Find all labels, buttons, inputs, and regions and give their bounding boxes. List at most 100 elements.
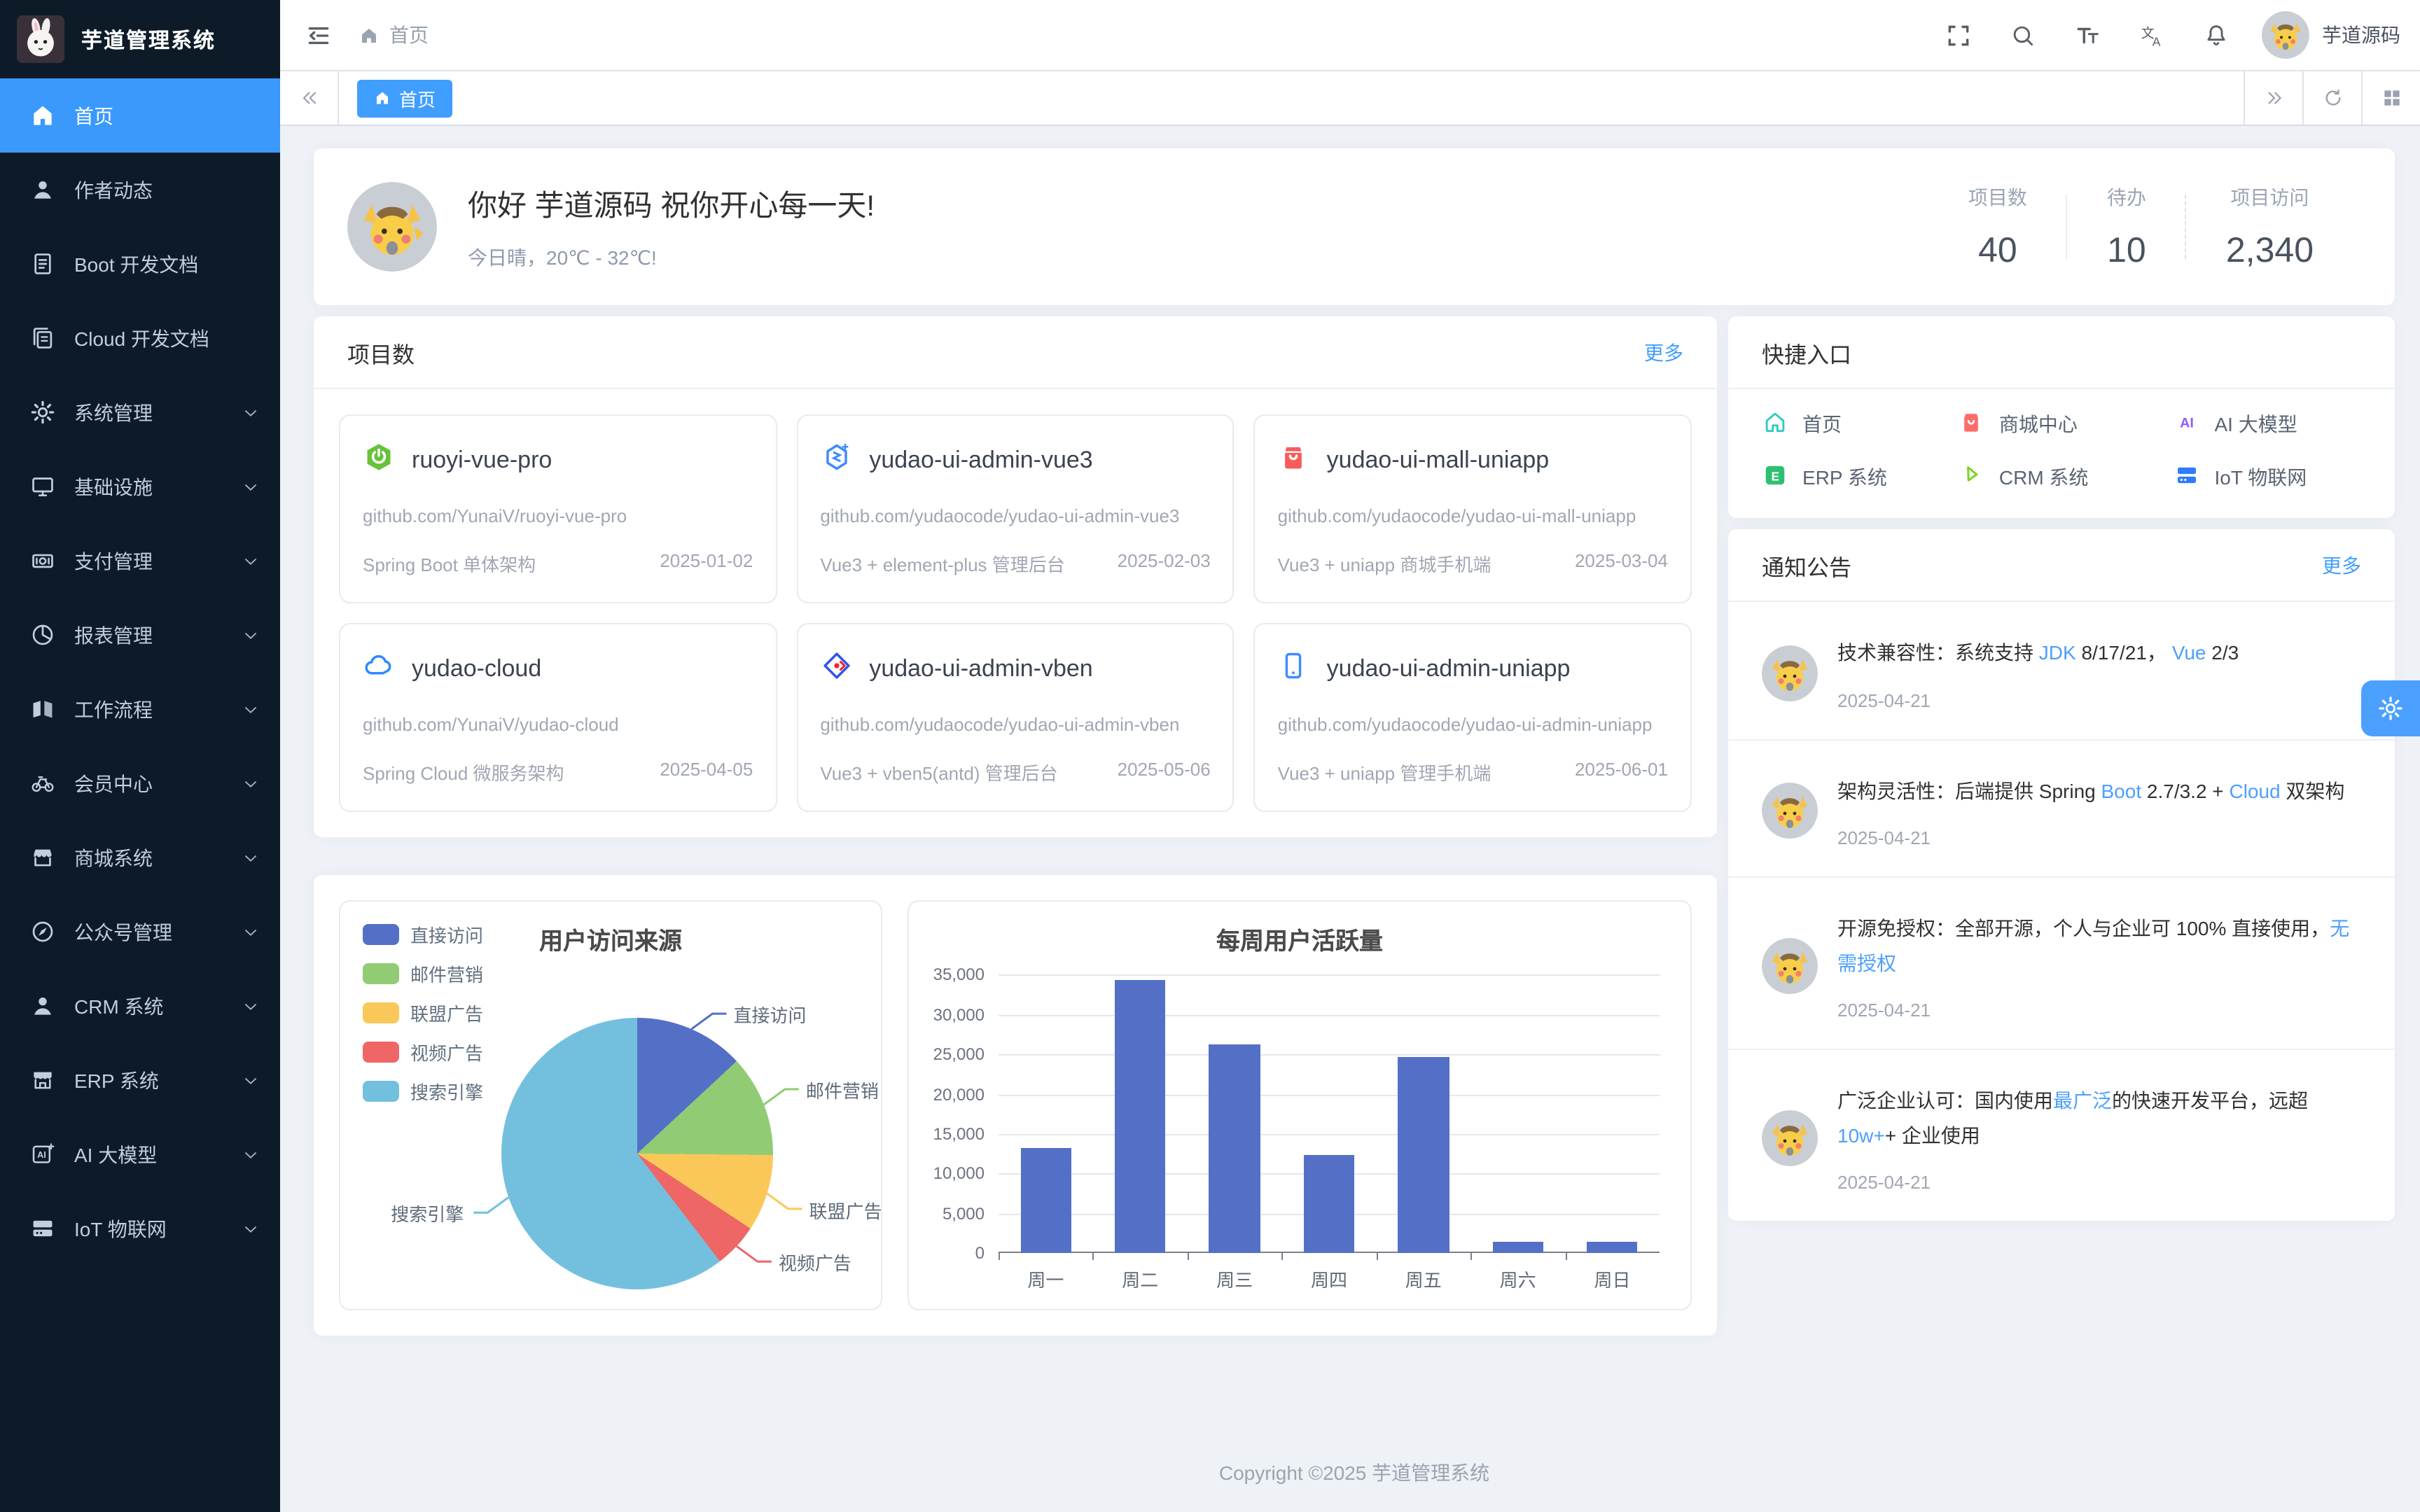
search-icon[interactable]	[2004, 17, 2040, 53]
quick-entry-item[interactable]: CRM 系统	[1959, 462, 2174, 493]
project-card[interactable]: yudao-cloud github.com/YunaiV/yudao-cloud…	[339, 623, 777, 812]
project-card[interactable]: ruoyi-vue-progithub.com/YunaiV/ruoyi-vue…	[339, 414, 777, 603]
chevron-down-icon	[241, 774, 260, 793]
sidebar-item[interactable]: 系统管理	[0, 375, 280, 449]
chevron-down-icon	[241, 477, 260, 496]
settings-gear-button[interactable]	[2361, 680, 2420, 736]
bar[interactable]	[1304, 1155, 1355, 1254]
notices-title: 通知公告	[1762, 548, 1851, 582]
sidebar-item[interactable]: ERP 系统	[0, 1043, 280, 1117]
user-menu[interactable]: 芋道源码	[2262, 11, 2400, 59]
sidebar-item[interactable]: CRM 系统	[0, 969, 280, 1043]
sidebar-item-label: AI 大模型	[74, 1140, 241, 1168]
quick-entry-item[interactable]: 商城中心	[1959, 409, 2174, 440]
user-avatar	[2262, 11, 2309, 59]
sidebar-item[interactable]: 商城系统	[0, 820, 280, 895]
font-size-icon[interactable]	[2068, 17, 2105, 53]
project-card[interactable]: yudao-ui-mall-uniapp github.com/yudaocode…	[1254, 414, 1692, 603]
bar-chart-title: 每周用户活跃量	[909, 902, 1690, 957]
tab-home[interactable]: 首页	[357, 79, 452, 117]
sidebar-item[interactable]: Cloud 开发文档	[0, 301, 280, 375]
y-axis-tick-label: 20,000	[933, 1084, 985, 1104]
bar-chart[interactable]: 05,00010,00015,00020,00025,00030,00035,0…	[999, 975, 1660, 1254]
notice-item[interactable]: 技术兼容性：系统支持 JDK 8/17/21， Vue 2/32025-04-2…	[1728, 602, 2395, 740]
x-axis-label: 周五	[1376, 1266, 1470, 1293]
notices-more-link[interactable]: 更多	[2322, 551, 2361, 579]
project-url[interactable]: github.com/yudaocode/yudao-ui-admin-vue3	[820, 503, 1210, 531]
sidebar-item[interactable]: 基础设施	[0, 449, 280, 524]
language-icon[interactable]: 文A	[2133, 17, 2169, 53]
project-url[interactable]: github.com/YunaiV/ruoyi-vue-pro	[363, 503, 753, 531]
project-name: yudao-cloud	[412, 655, 541, 683]
project-desc: Vue3 + uniapp 管理手机端	[1278, 760, 1491, 786]
collapse-sidebar-icon[interactable]	[300, 17, 336, 53]
workflow-icon	[29, 695, 57, 723]
sidebar-item[interactable]: 报表管理	[0, 598, 280, 672]
sidebar-item[interactable]: 首页	[0, 78, 280, 153]
greeting-title: 你好 芋道源码 祝你开心每一天!	[468, 183, 875, 225]
sidebar-logo[interactable]: 芋道管理系统	[0, 0, 280, 78]
compass-icon	[29, 918, 57, 946]
sidebar-item[interactable]: 工作流程	[0, 672, 280, 746]
sidebar-item[interactable]: AIAI 大模型	[0, 1117, 280, 1191]
project-card[interactable]: yudao-ui-admin-vben github.com/yudaocode/…	[796, 623, 1234, 812]
sidebar-item-label: 公众号管理	[74, 918, 241, 946]
x-axis-label: 周二	[1093, 1266, 1188, 1293]
projects-more-link[interactable]: 更多	[1644, 338, 1683, 366]
refresh-icon[interactable]	[2302, 71, 2361, 125]
project-date: 2025-05-06	[1118, 760, 1211, 786]
project-desc: Vue3 + uniapp 商城手机端	[1278, 550, 1491, 577]
sidebar-item-label: CRM 系统	[74, 992, 241, 1020]
sidebar-item[interactable]: 作者动态	[0, 153, 280, 227]
notice-item[interactable]: 开源免授权：全部开源，个人与企业可 100% 直接使用，无需授权2025-04-…	[1728, 878, 2395, 1050]
project-url[interactable]: github.com/yudaocode/yudao-ui-mall-uniap…	[1278, 503, 1668, 531]
project-name: yudao-ui-mall-uniapp	[1327, 447, 1550, 475]
sidebar-item[interactable]: Boot 开发文档	[0, 227, 280, 301]
sidebar-item[interactable]: 会员中心	[0, 746, 280, 820]
notice-avatar	[1762, 783, 1818, 839]
cloud-project-icon	[363, 650, 395, 689]
y-axis-tick-label: 5,000	[943, 1204, 985, 1224]
project-card[interactable]: yudao-ui-admin-uniappgithub.com/yudaocod…	[1254, 623, 1692, 812]
bar[interactable]	[1587, 1242, 1638, 1254]
quick-entry-item[interactable]: 首页	[1762, 409, 1959, 440]
project-card[interactable]: yudao-ui-admin-vue3github.com/yudaocode/…	[796, 414, 1234, 603]
sidebar-item[interactable]: IoT 物联网	[0, 1191, 280, 1266]
pie-slice-label: 邮件营销	[806, 1077, 879, 1104]
quick-entry-item[interactable]: EERP 系统	[1762, 462, 1959, 493]
notice-item[interactable]: 广泛企业认可：国内使用最广泛的快速开发平台，远超 10w++ 企业使用2025-…	[1728, 1050, 2395, 1221]
bar[interactable]	[1115, 981, 1166, 1254]
quick-entry-item[interactable]: AIAI 大模型	[2174, 409, 2362, 440]
x-axis-tick	[999, 1254, 1000, 1261]
breadcrumb[interactable]: 首页	[359, 21, 429, 49]
chevron-down-icon	[241, 922, 260, 941]
notice-text: 技术兼容性：系统支持 JDK 8/17/21， Vue 2/3	[1837, 636, 2361, 670]
bar[interactable]	[1209, 1044, 1260, 1254]
x-axis-tick	[1565, 1254, 1566, 1261]
notice-item[interactable]: 架构灵活性：后端提供 Spring Boot 2.7/3.2 + Cloud 双…	[1728, 740, 2395, 878]
quick-entry-item[interactable]: IoT 物联网	[2174, 462, 2362, 493]
chevron-down-icon	[241, 1070, 260, 1090]
project-url[interactable]: github.com/YunaiV/yudao-cloud	[363, 711, 753, 739]
x-axis-tick	[1470, 1254, 1472, 1261]
tabs-scroll-left-icon[interactable]	[280, 71, 339, 125]
project-url[interactable]: github.com/yudaocode/yudao-ui-admin-unia…	[1278, 711, 1668, 739]
notification-bell-icon[interactable]	[2197, 17, 2234, 53]
bar[interactable]	[1398, 1057, 1449, 1254]
sidebar-item[interactable]: 公众号管理	[0, 895, 280, 969]
bar[interactable]	[1020, 1147, 1071, 1253]
project-desc: Spring Boot 单体架构	[363, 550, 536, 577]
quick-entry-label: AI 大模型	[2215, 410, 2297, 438]
vben-project-icon	[820, 650, 852, 689]
pie-slice-label: 直接访问	[733, 1002, 806, 1028]
tabs-scroll-right-icon[interactable]	[2244, 71, 2302, 125]
bars	[999, 975, 1660, 1254]
sidebar-item[interactable]: 支付管理	[0, 524, 280, 598]
project-url[interactable]: github.com/yudaocode/yudao-ui-admin-vben	[820, 711, 1210, 739]
fullscreen-icon[interactable]	[1940, 17, 1976, 53]
notice-date: 2025-04-21	[1837, 827, 2361, 848]
svg-text:E: E	[1772, 469, 1780, 483]
bar[interactable]	[1492, 1242, 1543, 1254]
project-name: yudao-ui-admin-vben	[869, 655, 1092, 683]
tab-options-grid-icon[interactable]	[2361, 71, 2420, 125]
